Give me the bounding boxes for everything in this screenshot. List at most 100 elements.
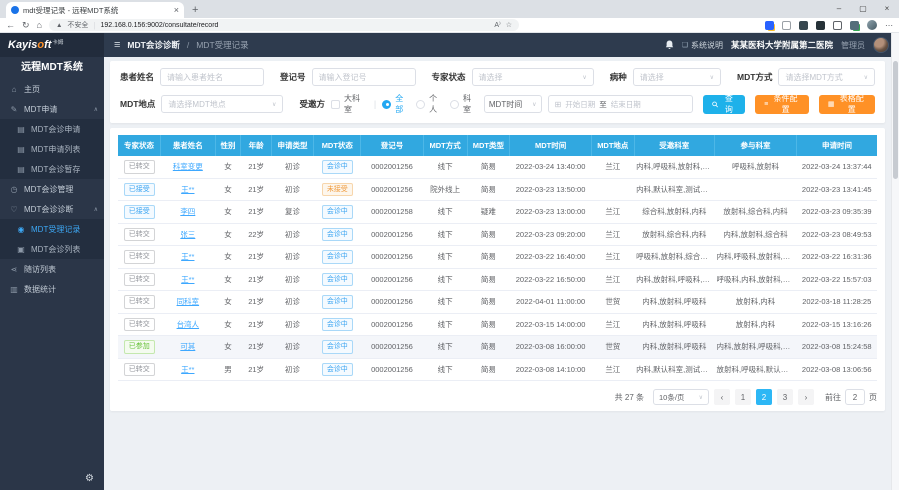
- apply-type-cell: 初诊: [271, 336, 314, 359]
- system-help-link[interactable]: ❏ 系统说明: [682, 40, 723, 51]
- back-icon[interactable]: ←: [6, 21, 15, 30]
- mdt-status-badge: 会诊中: [322, 363, 353, 377]
- extension-icon[interactable]: [850, 21, 859, 30]
- apply-type-cell: 复诊: [271, 201, 314, 224]
- extension-icon[interactable]: [799, 21, 808, 30]
- window-minimize-button[interactable]: –: [827, 0, 851, 17]
- mdt-mode-label: MDT方式: [737, 71, 772, 83]
- document-icon: ❏: [682, 41, 688, 49]
- apply-time-cell: 2022-03-15 13:16:26: [796, 313, 877, 336]
- page-size-select[interactable]: 10条/页 ∨: [653, 389, 709, 405]
- browser-profile-avatar[interactable]: [867, 20, 877, 30]
- favorite-star-icon[interactable]: ☆: [506, 21, 512, 29]
- chevron-down-icon: ∨: [710, 74, 714, 81]
- read-aloud-icon[interactable]: A⁾: [494, 21, 500, 29]
- next-page-button[interactable]: ›: [798, 389, 814, 405]
- mdt-time-cell: 2022-03-23 13:50:00: [510, 178, 592, 201]
- prev-page-button[interactable]: ‹: [714, 389, 730, 405]
- sidebar-item-mdt-apply[interactable]: ✎ MDT申请 ∧: [0, 99, 104, 119]
- extension-icon[interactable]: [765, 21, 774, 30]
- gender-cell: 女: [215, 291, 241, 314]
- extension-icon[interactable]: [833, 21, 842, 30]
- sidebar-item-mdt-diagnosis[interactable]: ♡ MDT会诊诊断 ∧: [0, 199, 104, 219]
- refresh-icon[interactable]: ↻: [22, 21, 30, 30]
- disease-select[interactable]: 请选择 ∨: [633, 68, 721, 86]
- mdt-place-label: MDT地点: [120, 98, 155, 110]
- time-type-select[interactable]: MDT时间 ∨: [484, 95, 542, 113]
- patient-name-link[interactable]: 同科室: [177, 297, 200, 306]
- pagination: 共 27 条 10条/页 ∨ ‹ 1 2 3 › 前往 页: [118, 389, 877, 405]
- page-button-1[interactable]: 1: [735, 389, 751, 405]
- page-scrollbar[interactable]: [891, 33, 899, 490]
- patient-name-link[interactable]: 王**: [181, 275, 194, 284]
- age-cell: 21岁: [241, 246, 271, 269]
- extension-icon[interactable]: [782, 21, 791, 30]
- expert-status-select[interactable]: 请选择 ∨: [472, 68, 594, 86]
- tab-title: mdt受理记录 - 远程MDT系统: [23, 5, 170, 16]
- page-button-2[interactable]: 2: [756, 389, 772, 405]
- expert-status-badge: 已转交: [124, 250, 155, 264]
- patient-name-link[interactable]: 可其: [180, 342, 195, 351]
- invitee-radio-all[interactable]: 全部: [382, 93, 416, 115]
- user-avatar[interactable]: [873, 37, 889, 53]
- patient-name-link[interactable]: 台湾人: [177, 320, 200, 329]
- sidebar-item-mdt-apply-list[interactable]: ▤ MDT申请列表: [0, 139, 104, 159]
- register-no-cell: 0002001256: [361, 223, 423, 246]
- expert-status-badge: 已转交: [124, 295, 155, 309]
- sidebar-item-mdt-record[interactable]: ◉ MDT受理记录: [0, 219, 104, 239]
- hospital-name: 某某医科大学附属第二医院: [731, 39, 833, 51]
- table-row: 已参加 可其 女 21岁 初诊 会诊中 0002001256 线下 简易 202…: [118, 336, 877, 359]
- col-joined-depts: 参与科室: [715, 135, 797, 156]
- sidebar-item-home[interactable]: ⌂ 主页: [0, 79, 104, 99]
- window-close-button[interactable]: ×: [875, 0, 899, 17]
- mdt-mode-cell: 线下: [423, 201, 467, 224]
- goto-page-input[interactable]: [845, 389, 865, 405]
- sidebar-item-mdt-manage[interactable]: ◷ MDT会诊管理: [0, 179, 104, 199]
- tab-close-icon[interactable]: ×: [174, 6, 179, 15]
- sidebar-item-mdt-list[interactable]: ▣ MDT会诊列表: [0, 239, 104, 259]
- sidebar-item-mdt-apply-new[interactable]: ▤ MDT会诊申请: [0, 119, 104, 139]
- patient-name-link[interactable]: 王**: [181, 185, 194, 194]
- mdt-place-select[interactable]: 请选择MDT地点 ∨: [161, 95, 283, 113]
- sidebar-item-followup[interactable]: ⋖ 随访列表: [0, 259, 104, 279]
- apply-time-cell: 2022-03-23 09:35:39: [796, 201, 877, 224]
- home-icon[interactable]: ⌂: [37, 21, 42, 30]
- gear-icon[interactable]: ⚙: [85, 473, 94, 484]
- register-no-input[interactable]: [312, 68, 416, 86]
- apply-type-cell: 初诊: [271, 246, 314, 269]
- invitee-radio-dept[interactable]: 科室: [450, 93, 484, 115]
- mdt-mode-select[interactable]: 请选择MDT方式 ∨: [778, 68, 875, 86]
- sidebar-item-mdt-draft[interactable]: ▤ MDT会诊暂存: [0, 159, 104, 179]
- scrollbar-thumb[interactable]: [893, 61, 898, 179]
- patient-name-link[interactable]: 科室变更: [173, 162, 203, 171]
- mdt-mode-cell: 线下: [423, 268, 467, 291]
- browser-tab[interactable]: mdt受理记录 - 远程MDT系统 ×: [6, 2, 184, 18]
- window-maximize-button[interactable]: ▢: [851, 0, 875, 17]
- address-bar[interactable]: ▲ 不安全 | 192.168.0.156:9002/consultate/re…: [49, 19, 519, 31]
- table-row: 已接受 王** 女 21岁 初诊 未接受 0002001256 院外线上 简易 …: [118, 178, 877, 201]
- sidebar-item-statistics[interactable]: ▥ 数据统计: [0, 279, 104, 299]
- collapse-menu-icon[interactable]: ≡: [114, 39, 120, 51]
- search-button[interactable]: 查询: [703, 95, 745, 114]
- invited-depts-cell: 内科,放射科,呼吸科: [634, 336, 714, 359]
- patient-name-link[interactable]: 王**: [181, 365, 194, 374]
- invitee-radio-personal[interactable]: 个人: [416, 93, 450, 115]
- register-no-cell: 0002001256: [361, 336, 423, 359]
- age-cell: 21岁: [241, 156, 271, 178]
- patient-name-input[interactable]: [160, 68, 264, 86]
- gender-cell: 女: [215, 246, 241, 269]
- new-tab-button[interactable]: +: [192, 2, 198, 18]
- bell-icon[interactable]: [665, 40, 674, 50]
- table-config-button[interactable]: ▦ 表格配置: [819, 95, 875, 114]
- browser-menu-icon[interactable]: ⋯: [885, 21, 893, 30]
- joined-depts-cell: 内科,放射科,综合科: [715, 223, 797, 246]
- patient-name-link[interactable]: 王**: [181, 252, 194, 261]
- patient-name-link[interactable]: 李四: [180, 207, 195, 216]
- condition-config-button[interactable]: ≡ 条件配置: [755, 95, 809, 114]
- extension-icon[interactable]: [816, 21, 825, 30]
- dept-group-checkbox[interactable]: [331, 100, 340, 109]
- page-button-3[interactable]: 3: [777, 389, 793, 405]
- date-range-picker[interactable]: ⊞ 开始日期 至 结束日期: [548, 95, 694, 113]
- patient-name-link[interactable]: 张三: [180, 230, 195, 239]
- joined-depts-cell: 呼吸科,内科,放射科,影像科: [715, 268, 797, 291]
